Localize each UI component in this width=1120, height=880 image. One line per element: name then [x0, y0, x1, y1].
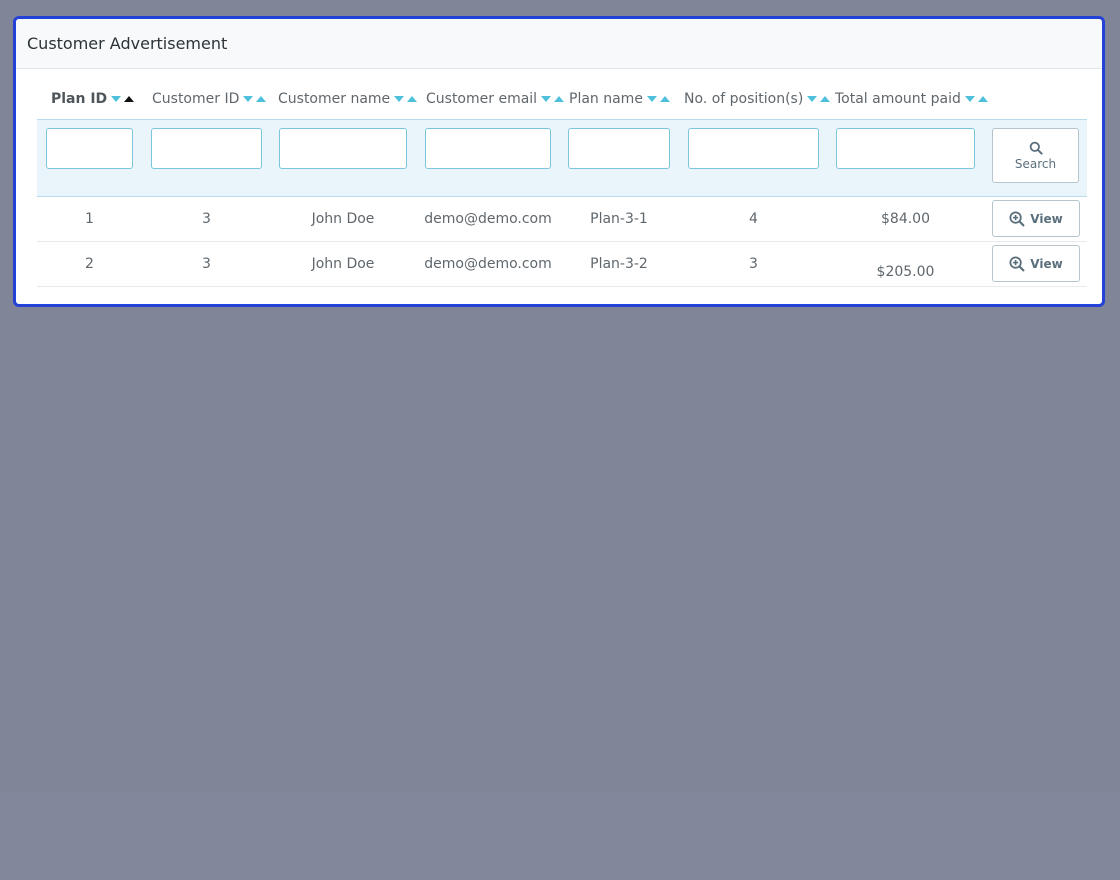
customer-name-filter-input[interactable] — [279, 128, 407, 169]
customer-email-cell: demo@demo.com — [424, 211, 552, 227]
search-button[interactable]: Search — [992, 128, 1079, 183]
sort-asc-icon[interactable] — [977, 96, 988, 102]
sort-asc-icon[interactable] — [407, 96, 418, 102]
view-button[interactable]: View — [992, 200, 1080, 237]
sort-asc-icon[interactable] — [659, 96, 670, 102]
sort-desc-icon[interactable] — [394, 96, 405, 102]
customer-id-cell: 3 — [202, 211, 211, 227]
panel-title: Customer Advertisement — [27, 34, 228, 53]
column-label: No. of position(s) — [684, 91, 804, 107]
advertisement-table: Plan ID Customer ID Customer name Custom… — [37, 69, 1087, 287]
plan-name-cell: Plan-3-2 — [590, 256, 648, 272]
customer-email-filter-input[interactable] — [425, 128, 551, 169]
sort-desc-icon[interactable] — [646, 96, 657, 102]
view-button-label: View — [1030, 256, 1063, 271]
column-header-positions[interactable]: No. of position(s) — [684, 91, 831, 107]
zoom-in-icon — [1009, 211, 1025, 226]
plan-id-cell: 1 — [85, 211, 94, 227]
view-button[interactable]: View — [992, 245, 1080, 282]
sort-desc-icon[interactable] — [111, 96, 122, 102]
search-button-label: Search — [1014, 156, 1057, 171]
sort-controls — [807, 96, 831, 102]
sort-controls — [111, 96, 135, 102]
sort-asc-icon[interactable] — [554, 96, 565, 102]
plan-name-filter-input[interactable] — [568, 128, 670, 169]
plan-name-cell: Plan-3-1 — [590, 211, 648, 227]
column-header-customer-email[interactable]: Customer email — [426, 91, 565, 107]
table-header: Plan ID Customer ID Customer name Custom… — [37, 69, 1087, 120]
column-label: Customer name — [278, 91, 391, 107]
sort-asc-icon[interactable] — [124, 96, 135, 102]
column-header-customer-id[interactable]: Customer ID — [152, 91, 267, 107]
sort-controls — [964, 96, 988, 102]
column-label: Customer ID — [152, 91, 240, 107]
sort-controls — [243, 96, 267, 102]
column-label: Plan name — [569, 91, 643, 107]
customer-advertisement-panel: Customer Advertisement Plan ID Customer … — [13, 16, 1105, 307]
customer-id-filter-input[interactable] — [151, 128, 262, 169]
table-row: 1 3 John Doe demo@demo.com Plan-3-1 4 $8… — [37, 197, 1087, 242]
search-icon — [1029, 141, 1043, 155]
customer-id-cell: 3 — [202, 256, 211, 272]
sort-desc-icon[interactable] — [807, 96, 818, 102]
sort-desc-icon[interactable] — [243, 96, 254, 102]
sort-controls — [541, 96, 565, 102]
sort-desc-icon[interactable] — [541, 96, 552, 102]
column-label: Total amount paid — [835, 91, 961, 107]
table-row: 2 3 John Doe demo@demo.com Plan-3-2 3 $2… — [37, 242, 1087, 287]
sort-asc-icon[interactable] — [820, 96, 831, 102]
column-header-plan-id[interactable]: Plan ID — [51, 91, 135, 107]
filter-row: Search — [37, 120, 1087, 197]
positions-cell: 4 — [749, 211, 758, 227]
panel-header: Customer Advertisement — [16, 19, 1102, 69]
amount-cell: $84.00 — [881, 211, 930, 227]
sort-asc-icon[interactable] — [256, 96, 267, 102]
amount-filter-input[interactable] — [836, 128, 975, 169]
column-header-customer-name[interactable]: Customer name — [278, 91, 418, 107]
column-label: Customer email — [426, 91, 538, 107]
positions-filter-input[interactable] — [688, 128, 819, 169]
sort-controls — [646, 96, 670, 102]
customer-name-cell: John Doe — [311, 211, 375, 227]
sort-desc-icon[interactable] — [964, 96, 975, 102]
column-header-plan-name[interactable]: Plan name — [569, 91, 670, 107]
customer-email-cell: demo@demo.com — [424, 256, 552, 272]
plan-id-filter-input[interactable] — [46, 128, 133, 169]
backdrop — [0, 792, 1120, 880]
customer-name-cell: John Doe — [311, 256, 375, 272]
view-button-label: View — [1030, 211, 1063, 226]
positions-cell: 3 — [749, 256, 758, 272]
amount-cell: $205.00 — [876, 264, 935, 280]
column-label: Plan ID — [51, 91, 108, 107]
column-header-total-amount-paid[interactable]: Total amount paid — [835, 91, 988, 107]
zoom-in-icon — [1009, 256, 1025, 271]
plan-id-cell: 2 — [85, 256, 94, 272]
sort-controls — [394, 96, 418, 102]
